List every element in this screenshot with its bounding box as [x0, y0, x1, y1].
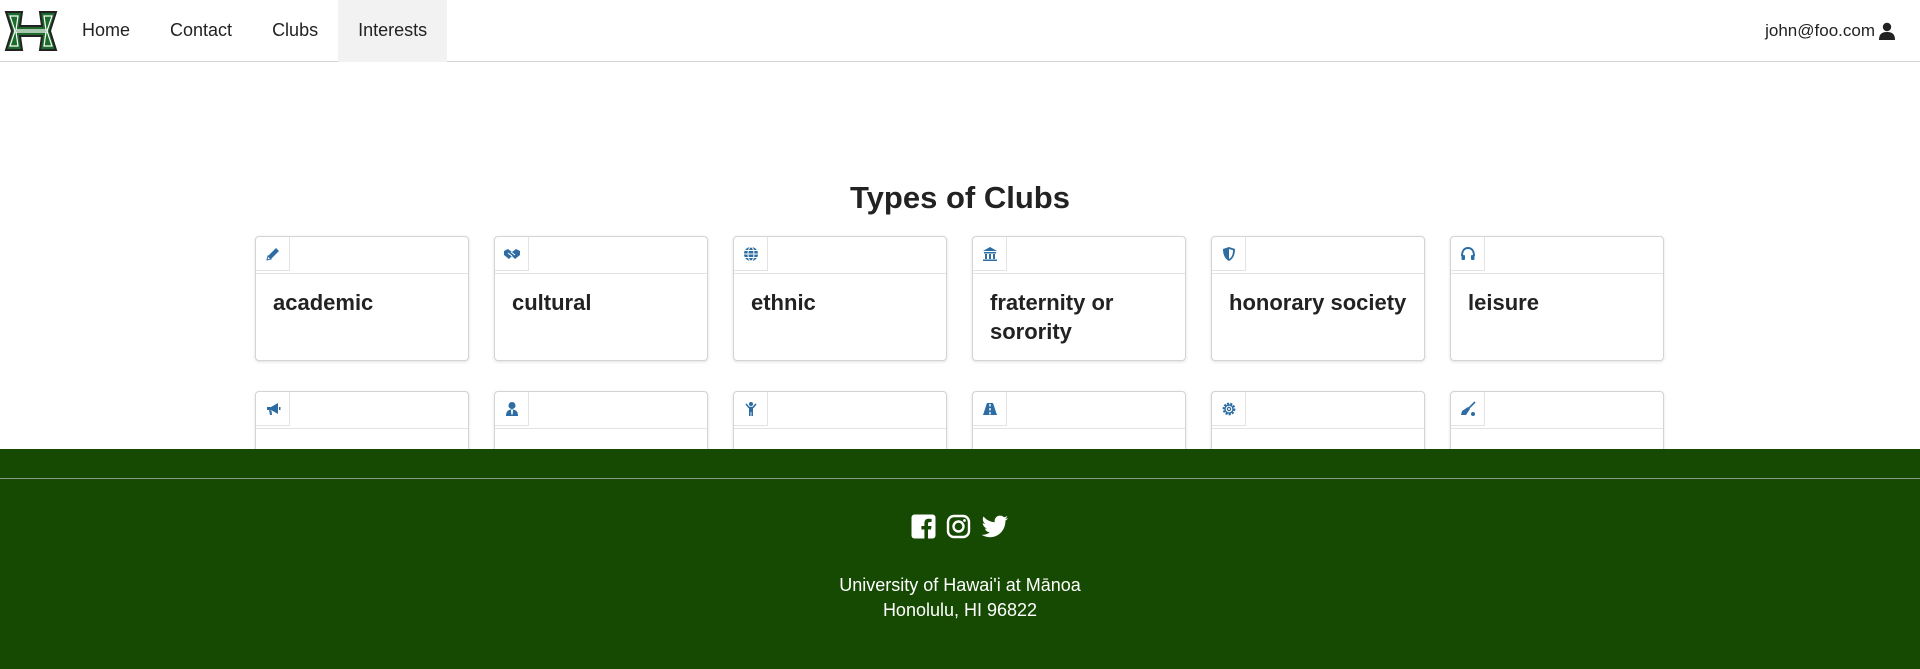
club-type-card-fraternity-or-sorority[interactable]: fraternity or sorority: [972, 236, 1186, 361]
footer-address-line-2: Honolulu, HI 96822: [882, 600, 1038, 620]
nav-interests[interactable]: Interests: [338, 0, 448, 62]
nav-clubs[interactable]: Clubs: [252, 0, 338, 62]
bullhorn-icon: [256, 392, 290, 426]
user-icon: [1879, 22, 1895, 40]
club-type-card-honorary-society[interactable]: honorary society: [1211, 236, 1425, 361]
social-links: [0, 514, 1920, 539]
card-label: cultural: [512, 290, 592, 315]
main-content: Types of Clubs academic cultural ethnic …: [0, 62, 1920, 488]
footer-address-line-1: University of Hawai'i at Mānoa: [839, 575, 1081, 595]
pencil-icon: [256, 237, 290, 271]
shield-icon: [1212, 237, 1246, 271]
twitter-icon[interactable]: [981, 514, 1009, 539]
road-icon: [973, 392, 1007, 426]
globe-icon: [734, 237, 768, 271]
card-label: fraternity or sorority: [990, 290, 1114, 344]
top-navbar: Home Contact Clubs Interests john@foo.co…: [0, 0, 1920, 62]
club-type-card-leisure[interactable]: leisure: [1450, 236, 1664, 361]
university-icon: [973, 237, 1007, 271]
headphones-icon: [1451, 237, 1485, 271]
user-tie-icon: [495, 392, 529, 426]
child-icon: [734, 392, 768, 426]
club-type-card-academic[interactable]: academic: [255, 236, 469, 361]
broom-ball-icon: [1451, 392, 1485, 426]
card-label: leisure: [1468, 290, 1539, 315]
nav-contact[interactable]: Contact: [150, 0, 252, 62]
card-label: academic: [273, 290, 374, 315]
user-email[interactable]: john@foo.com: [1765, 21, 1875, 41]
nav-home[interactable]: Home: [62, 0, 150, 62]
footer-divider: [0, 478, 1920, 479]
handshake-icon: [495, 237, 529, 271]
card-label: ethnic: [751, 290, 816, 315]
club-type-grid-row-1: academic cultural ethnic fraternity or s…: [255, 236, 1665, 361]
club-type-card-ethnic[interactable]: ethnic: [733, 236, 947, 361]
user-menu[interactable]: john@foo.com: [1765, 0, 1896, 62]
hawaii-h-logo-icon: [4, 10, 58, 51]
page-title: Types of Clubs: [850, 180, 1070, 215]
logo[interactable]: [0, 0, 62, 62]
card-label: honorary society: [1229, 290, 1407, 315]
footer: University of Hawai'i at Mānoa Honolulu,…: [0, 449, 1920, 669]
facebook-icon[interactable]: [911, 514, 936, 539]
instagram-icon[interactable]: [946, 514, 971, 539]
gear-icon: [1212, 392, 1246, 426]
club-type-card-cultural[interactable]: cultural: [494, 236, 708, 361]
